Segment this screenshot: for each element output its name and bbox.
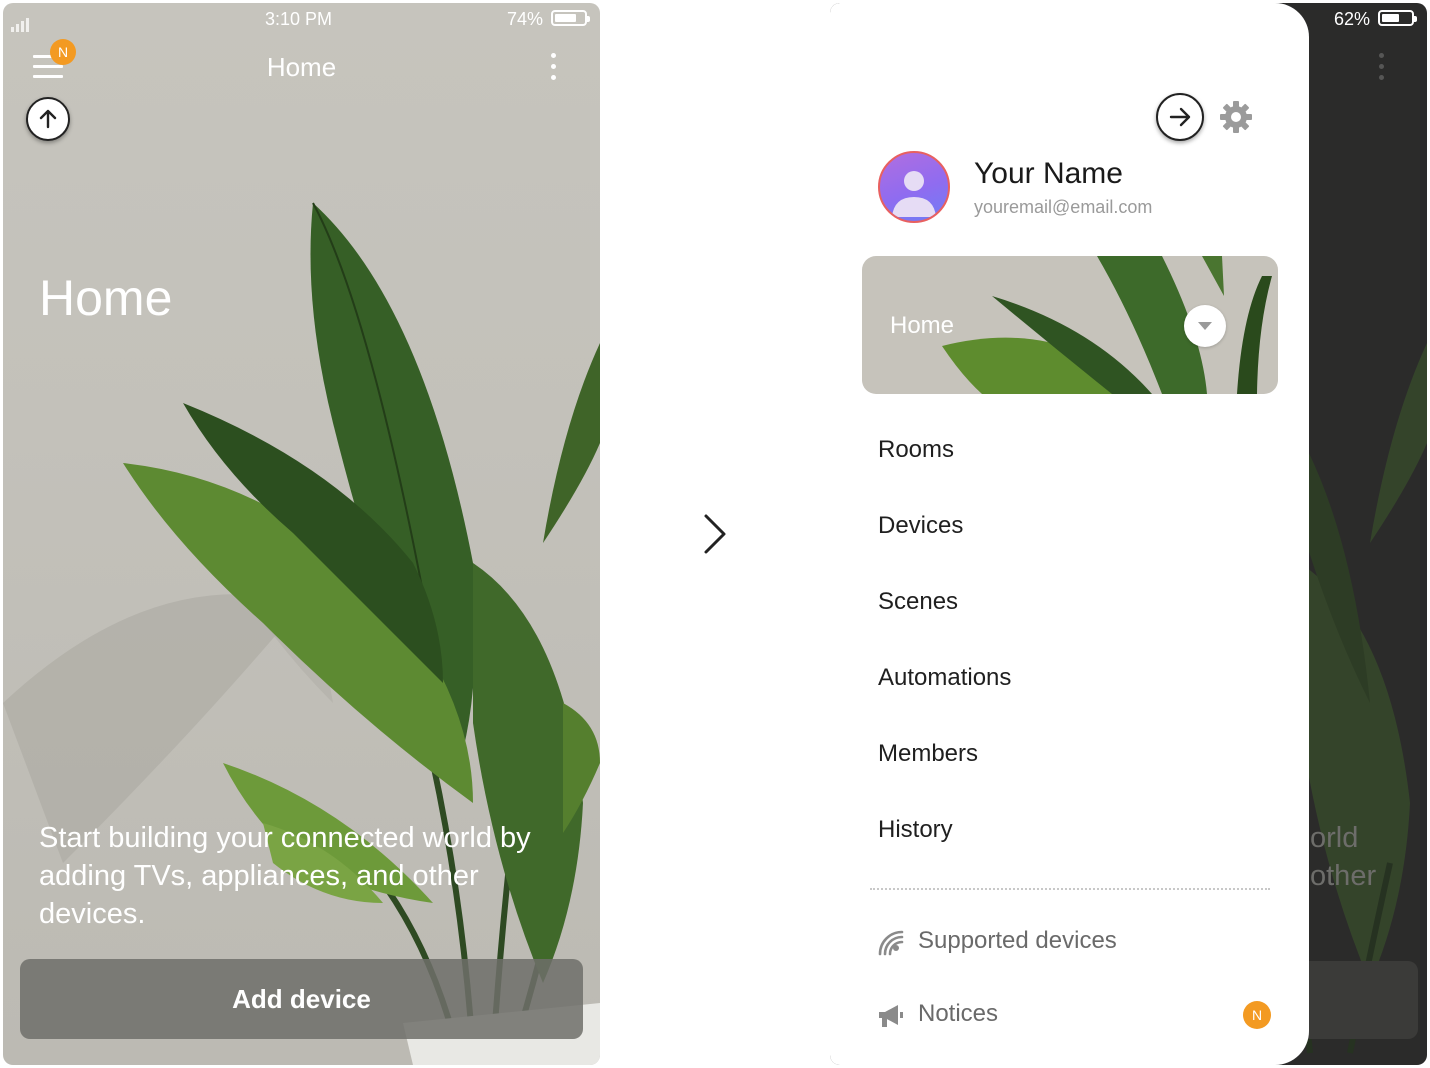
background-text-line: orld [1310, 822, 1359, 854]
menu-item-members[interactable]: Members [878, 740, 978, 768]
menu-item-scenes[interactable]: Scenes [878, 588, 958, 616]
supported-devices-link[interactable]: Supported devices [918, 927, 1117, 955]
megaphone-icon [879, 1005, 903, 1027]
person-icon [892, 171, 936, 217]
add-device-button[interactable]: Add device [20, 959, 583, 1039]
battery-percent: 62% [1334, 9, 1371, 29]
more-icon[interactable] [551, 53, 556, 86]
signal-icon [11, 11, 31, 32]
profile-email: youremail@email.com [974, 197, 1153, 217]
chevron-right-icon [704, 514, 726, 554]
drawer-screen: orld other 62% Your Name youremail@email… [830, 3, 1427, 1065]
status-time: 3:10 PM [265, 9, 333, 29]
header-title: Home [266, 52, 337, 82]
battery-percent: 74% [507, 9, 544, 29]
close-drawer-button[interactable] [1156, 93, 1204, 141]
menu-item-rooms[interactable]: Rooms [878, 436, 954, 464]
page-title: Home [39, 270, 173, 326]
home-dropdown-button[interactable] [1184, 305, 1226, 347]
battery-icon [551, 10, 590, 26]
home-selector-label: Home [890, 312, 955, 339]
divider [870, 888, 1270, 890]
menu-item-history[interactable]: History [878, 816, 953, 844]
empty-state-message: Start building your connected world by a… [39, 822, 531, 930]
arrow-up-icon [39, 109, 57, 129]
profile-name: Your Name [974, 157, 1123, 190]
avatar[interactable] [878, 151, 950, 223]
arrow-up-button[interactable] [26, 97, 70, 141]
arrow-right-icon [1169, 107, 1191, 127]
background-text: orld other [1310, 819, 1376, 895]
navigation-drawer: Your Name youremail@email.com Home Rooms… [830, 3, 1309, 1065]
notices-link[interactable]: Notices [918, 1000, 998, 1028]
menu-item-automations[interactable]: Automations [878, 664, 1011, 692]
signal-icon [878, 930, 904, 956]
notices-badge: N [1243, 1001, 1271, 1029]
battery-icon [1378, 10, 1417, 26]
gear-icon[interactable] [1218, 99, 1254, 135]
chevron-down-icon [1198, 322, 1212, 330]
add-device-button-dimmed [1308, 961, 1418, 1039]
menu-item-devices[interactable]: Devices [878, 512, 963, 540]
home-screen: 3:10 PM 74% N Home Home Start building y… [3, 3, 600, 1065]
background-text-line: other [1310, 860, 1377, 892]
more-icon [1379, 53, 1384, 86]
